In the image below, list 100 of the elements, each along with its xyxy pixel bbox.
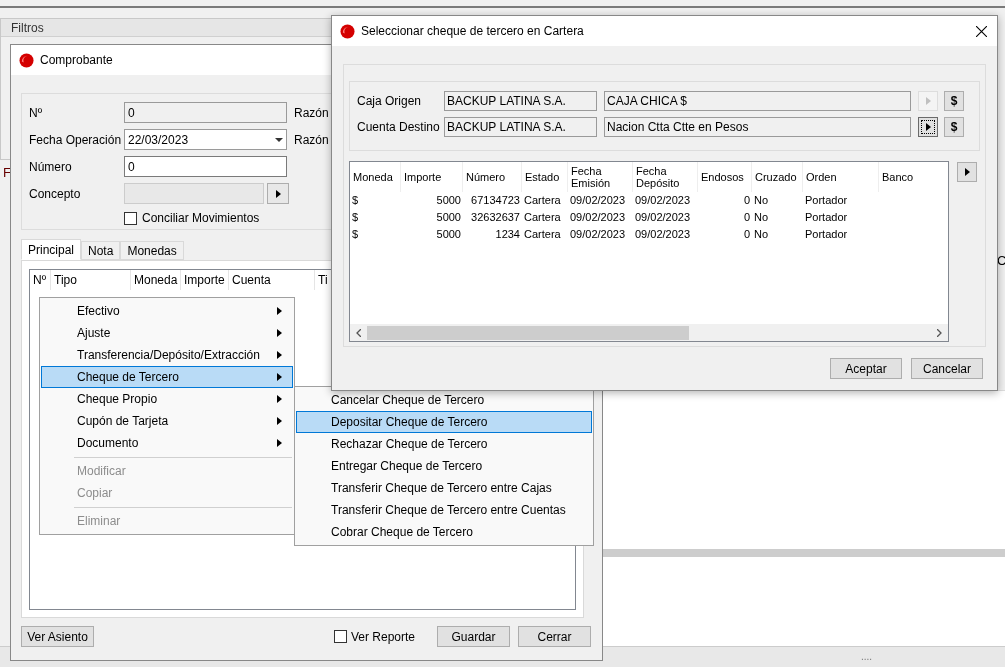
- table-cell-text: No: [753, 210, 770, 225]
- next-button[interactable]: [957, 162, 977, 182]
- column-header: Número: [463, 162, 522, 192]
- scrollbar-thumb[interactable]: [367, 325, 689, 340]
- field-label: Cuenta Destino: [357, 118, 441, 136]
- menu-item[interactable]: Cheque de Tercero: [41, 366, 293, 388]
- lookup-button[interactable]: [918, 116, 938, 137]
- field-label: Caja Origen: [357, 92, 423, 110]
- scrollbar-track[interactable]: [600, 549, 1005, 557]
- menu-item[interactable]: Transferencia/Depósito/Extracción: [41, 344, 293, 366]
- checkbox[interactable]: [333, 630, 347, 643]
- dialog-button[interactable]: Ver Asiento: [21, 626, 94, 647]
- table-cell-text: No: [753, 193, 770, 208]
- column-header: Importe: [401, 162, 463, 192]
- table-cell-text: $: [351, 227, 360, 242]
- table-cell-text: 5000: [435, 193, 462, 208]
- table-cell-text: 5000: [435, 210, 462, 225]
- field-label: Nº: [29, 104, 44, 122]
- column-header: Nº: [30, 270, 51, 290]
- table-cell-text: Portador: [804, 210, 849, 225]
- menu-item[interactable]: Depositar Cheque de Tercero: [296, 411, 592, 433]
- input-field[interactable]: Nacion Ctta Ctte en Pesos: [604, 116, 911, 137]
- menu-item[interactable]: Rechazar Cheque de Tercero: [296, 433, 592, 455]
- table-cell-text: 5000: [435, 227, 462, 242]
- menu-item[interactable]: Cheque Propio: [41, 388, 293, 410]
- table-cell-text: Cartera: [523, 193, 562, 208]
- dialog-button[interactable]: Guardar: [437, 626, 510, 647]
- table-cell-text: 09/02/2023: [634, 193, 692, 208]
- menu-item[interactable]: Cobrar Cheque de Tercero: [296, 521, 592, 543]
- field-label: Fecha Operación: [29, 131, 123, 149]
- dialog-button[interactable]: Cancelar: [911, 358, 983, 379]
- tab[interactable]: Principal: [21, 239, 82, 260]
- field-label: Razón: [294, 131, 329, 149]
- app-logo-icon: [340, 23, 355, 39]
- table-cell-text: $: [351, 193, 360, 208]
- menu-item[interactable]: Efectivo: [41, 300, 293, 322]
- input-field[interactable]: BACKUP LATINA S.A.: [444, 90, 597, 111]
- table-cell-text: 09/02/2023: [634, 227, 692, 242]
- dialog-button[interactable]: Aceptar: [830, 358, 902, 379]
- input-field[interactable]: BACKUP LATINA S.A.: [444, 116, 597, 137]
- currency-button[interactable]: $: [944, 90, 964, 111]
- table-cell-text: 0: [742, 227, 751, 242]
- column-header: Cruzado: [752, 162, 803, 192]
- menu-item[interactable]: Transferir Cheque de Tercero entre Cuentas: [296, 499, 592, 521]
- scroll-right-icon[interactable]: [937, 328, 942, 337]
- table-cell-text: 1234: [494, 227, 521, 242]
- menu-item[interactable]: Documento: [41, 432, 293, 454]
- input-field[interactable]: [124, 183, 264, 204]
- field-label: Concepto: [29, 185, 82, 203]
- currency-button[interactable]: $: [944, 116, 964, 137]
- checkbox-label: Conciliar Movimientos: [142, 210, 260, 227]
- input-field[interactable]: CAJA CHICA $: [604, 90, 911, 111]
- date-field[interactable]: 22/03/2023: [124, 129, 287, 150]
- menu-item[interactable]: Ajuste: [41, 322, 293, 344]
- play-icon: [964, 168, 970, 176]
- play-icon: [925, 96, 931, 105]
- dialog-button[interactable]: Cerrar: [518, 626, 591, 647]
- table-cell-text: 0: [742, 210, 751, 225]
- resize-grip[interactable]: ....: [860, 652, 872, 662]
- table-cell-text: 09/02/2023: [569, 193, 627, 208]
- tab[interactable]: Monedas: [120, 241, 184, 260]
- column-header: Orden: [803, 162, 879, 192]
- tab[interactable]: Nota: [81, 241, 121, 260]
- play-icon: [925, 122, 931, 131]
- submenu-arrow-icon: [277, 395, 282, 403]
- dropdown-icon: [275, 137, 283, 142]
- app-logo-icon: [19, 52, 34, 68]
- submenu-arrow-icon: [277, 373, 282, 381]
- input-field[interactable]: 0: [124, 156, 287, 177]
- column-header: Importe: [181, 270, 229, 290]
- table-cell-text: Cartera: [523, 227, 562, 242]
- field-label: Razón: [294, 104, 329, 122]
- column-header: Banco: [879, 162, 950, 192]
- panel-title: Filtros: [11, 19, 44, 37]
- menu-item[interactable]: Cupón de Tarjeta: [41, 410, 293, 432]
- input-field[interactable]: 0: [124, 102, 287, 123]
- checkbox-label: Ver Reporte: [350, 628, 415, 646]
- column-header: Endosos: [698, 162, 752, 192]
- submenu-arrow-icon: [277, 417, 282, 425]
- table-cell-text: Portador: [804, 193, 849, 208]
- field-label: Número: [29, 158, 73, 176]
- column-header: Fecha Emisión: [568, 162, 633, 192]
- window-title: Seleccionar cheque de tercero en Cartera: [361, 23, 585, 40]
- menu-item[interactable]: Cancelar Cheque de Tercero: [296, 389, 592, 411]
- column-header: Cuenta: [229, 270, 315, 290]
- close-icon[interactable]: [976, 25, 987, 37]
- table-cell-text: 09/02/2023: [634, 210, 692, 225]
- lookup-button[interactable]: [267, 183, 289, 204]
- menu-item[interactable]: Entregar Cheque de Tercero: [296, 455, 592, 477]
- column-header: Moneda: [350, 162, 401, 192]
- checkbox[interactable]: [124, 211, 137, 225]
- column-header: Tipo: [51, 270, 131, 290]
- submenu-arrow-icon: [277, 329, 282, 337]
- scroll-left-icon[interactable]: [356, 328, 361, 337]
- submenu-arrow-icon: [277, 439, 282, 447]
- table-cell-text: Cartera: [523, 210, 562, 225]
- window-title: Comprobante: [40, 52, 113, 69]
- menu-item[interactable]: Transferir Cheque de Tercero entre Cajas: [296, 477, 592, 499]
- column-header: Moneda: [131, 270, 181, 290]
- table-cell-text: 32632637: [470, 210, 521, 225]
